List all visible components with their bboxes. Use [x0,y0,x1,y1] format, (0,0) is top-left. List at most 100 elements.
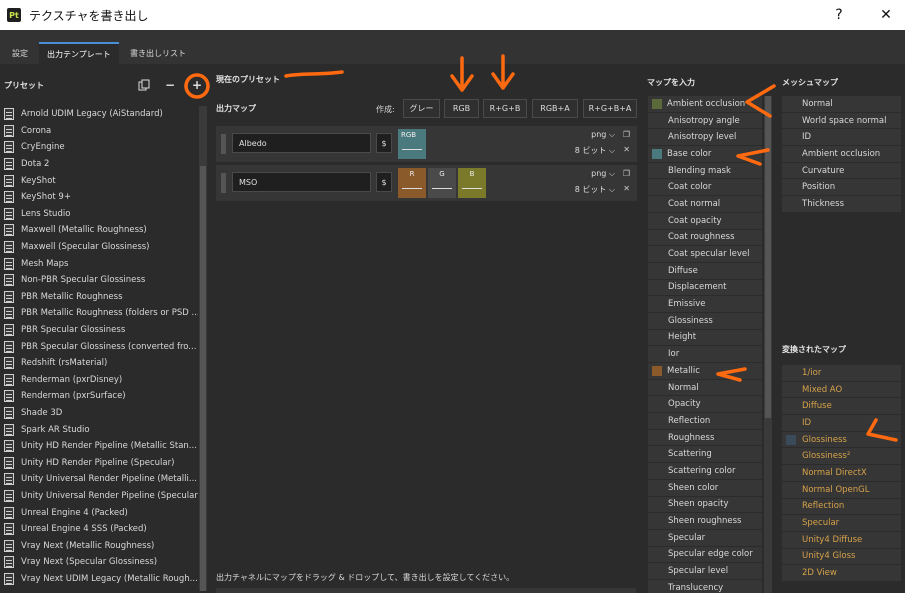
input-map-coat-color[interactable]: Coat color [648,179,762,197]
mesh-map-position[interactable]: Position [782,179,901,197]
preset-item[interactable]: Mesh Maps [0,255,198,272]
copy-icon[interactable]: ❐ [623,130,630,139]
drag-handle[interactable] [221,134,226,154]
add-preset-button[interactable]: + [189,77,205,93]
input-map-sheen-roughness[interactable]: Sheen roughness [648,513,762,530]
channel-r[interactable]: R [398,168,426,198]
create-rgb-a-button[interactable]: RGB+A [532,99,578,118]
format-select[interactable]: png ⌵ [591,130,615,140]
converted-map-diffuse[interactable]: Diffuse [782,398,901,416]
close-icon[interactable]: ✕ [623,145,630,154]
drag-handle[interactable] [221,173,226,193]
converted-map-id[interactable]: ID [782,415,901,432]
presets-scrollbar-thumb[interactable] [200,166,206,591]
preset-item[interactable]: KeyShot 9+ [0,189,198,206]
input-map-scattering[interactable]: Scattering [648,446,762,464]
preset-item[interactable]: KeyShot [0,172,198,189]
mesh-map-curvature[interactable]: Curvature [782,162,901,180]
variable-button[interactable]: $ [376,133,392,153]
input-map-anisotropy-angle[interactable]: Anisotropy angle [648,112,762,130]
create-r-g-b-a-button[interactable]: R+G+B+A [583,99,637,118]
copy-icon[interactable]: ❐ [623,169,630,178]
preset-item[interactable]: Arnold UDIM Legacy (AiStandard) [0,106,198,123]
input-map-specular[interactable]: Specular [648,529,762,547]
preset-item[interactable]: Dota 2 [0,156,198,173]
output-map-row-mso[interactable]: MSO $ R G B png ⌵ 8 ビット ⌵ ❐ ✕ [216,165,637,201]
preset-item[interactable]: Non-PBR Specular Glossiness [0,272,198,289]
converted-map-reflection[interactable]: Reflection [782,498,901,516]
preset-item[interactable]: Lens Studio [0,206,198,223]
channel-b[interactable]: B [458,168,486,198]
input-maps-scrollbar-thumb[interactable] [765,96,771,418]
map-name-input[interactable]: Albedo [232,133,371,153]
input-map-sheen-color[interactable]: Sheen color [648,479,762,497]
input-map-normal[interactable]: Normal [648,379,762,397]
input-map-anisotropy-level[interactable]: Anisotropy level [648,129,762,147]
preset-item[interactable]: Unreal Engine 4 (Packed) [0,504,198,521]
input-map-scattering-color[interactable]: Scattering color [648,463,762,480]
input-maps-scrollbar[interactable] [764,96,772,593]
close-icon[interactable]: ✕ [623,184,630,193]
mesh-map-ambient-occlusion[interactable]: Ambient occlusion [782,146,901,163]
preset-item[interactable]: Renderman (pxrSurface) [0,388,198,405]
input-map-coat-normal[interactable]: Coat normal [648,196,762,213]
input-map-height[interactable]: Height [648,329,762,347]
format-select[interactable]: png ⌵ [591,169,615,179]
map-name-input[interactable]: MSO [232,172,371,192]
input-map-opacity[interactable]: Opacity [648,396,762,414]
preset-item[interactable]: Spark AR Studio [0,421,198,438]
help-button[interactable]: ? [817,0,861,30]
input-map-diffuse[interactable]: Diffuse [648,262,762,280]
input-map-coat-opacity[interactable]: Coat opacity [648,212,762,230]
mesh-map-world-space-normal[interactable]: World space normal [782,112,901,130]
converted-map-specular[interactable]: Specular [782,515,901,532]
preset-item[interactable]: PBR Specular Glossiness [0,322,198,339]
preset-item[interactable]: CryEngine [0,139,198,156]
preset-item[interactable]: Vray Next UDIM Legacy (Metallic Rough... [0,571,198,588]
input-map-coat-specular-level[interactable]: Coat specular level [648,246,762,263]
channel-rgb[interactable]: RGB [398,129,426,159]
preset-item[interactable]: Shade 3D [0,405,198,422]
duplicate-preset-button[interactable] [136,77,152,93]
channel-g[interactable]: G [428,168,456,198]
variable-button[interactable]: $ [376,172,392,192]
mesh-map-normal[interactable]: Normal [782,96,901,113]
close-button[interactable]: ✕ [864,0,905,30]
output-map-row-albedo[interactable]: Albedo $ RGB png ⌵ 8 ビット ⌵ ❐ ✕ [216,126,637,162]
input-map-ambient-occlusion[interactable]: Ambient occlusion [648,96,762,113]
preset-item[interactable]: Vray Next (Specular Glossiness) [0,554,198,571]
tab-settings[interactable]: 設定 [4,42,36,64]
preset-item[interactable]: Redshift (rsMaterial) [0,355,198,372]
input-map-reflection[interactable]: Reflection [648,413,762,430]
create-gray-button[interactable]: グレー [403,99,440,118]
bit-depth-select[interactable]: 8 ビット ⌵ [575,145,615,156]
input-map-translucency[interactable]: Translucency [648,579,762,593]
preset-item[interactable]: Unity HD Render Pipeline (Specular) [0,454,198,471]
converted-map-2d-view[interactable]: 2D View [782,565,901,582]
input-map-metallic[interactable]: Metallic [648,363,762,380]
converted-map-unity4-diffuse[interactable]: Unity4 Diffuse [782,531,901,549]
tab-export-list[interactable]: 書き出しリスト [122,42,194,64]
mesh-map-thickness[interactable]: Thickness [782,196,901,213]
input-map-coat-roughness[interactable]: Coat roughness [648,229,762,247]
preset-item[interactable]: Maxwell (Specular Glossiness) [0,239,198,256]
input-map-specular-level[interactable]: Specular level [648,563,762,580]
input-map-glossiness[interactable]: Glossiness [648,312,762,330]
input-map-base-color[interactable]: Base color [648,146,762,163]
input-map-specular-edge-color[interactable]: Specular edge color [648,546,762,564]
preset-item[interactable]: Unreal Engine 4 SSS (Packed) [0,521,198,538]
preset-item[interactable]: Vray Next (Metallic Roughness) [0,537,198,554]
mesh-map-id[interactable]: ID [782,129,901,147]
preset-item[interactable]: Renderman (pxrDisney) [0,372,198,389]
bit-depth-select[interactable]: 8 ビット ⌵ [575,184,615,195]
preset-item[interactable]: Corona [0,123,198,140]
converted-map-normal-directx[interactable]: Normal DirectX [782,465,901,482]
tab-output-templates[interactable]: 出力テンプレート [39,42,119,64]
create-rgb-button[interactable]: RGB [444,99,479,118]
input-map-blending-mask[interactable]: Blending mask [648,162,762,180]
presets-scrollbar[interactable] [199,106,207,591]
converted-map-mixed-ao[interactable]: Mixed AO [782,381,901,399]
converted-map-glossiness[interactable]: Glossiness² [782,448,901,466]
converted-map-unity4-gloss[interactable]: Unity4 Gloss [782,548,901,566]
converted-map-normal-opengl[interactable]: Normal OpenGL [782,481,901,499]
